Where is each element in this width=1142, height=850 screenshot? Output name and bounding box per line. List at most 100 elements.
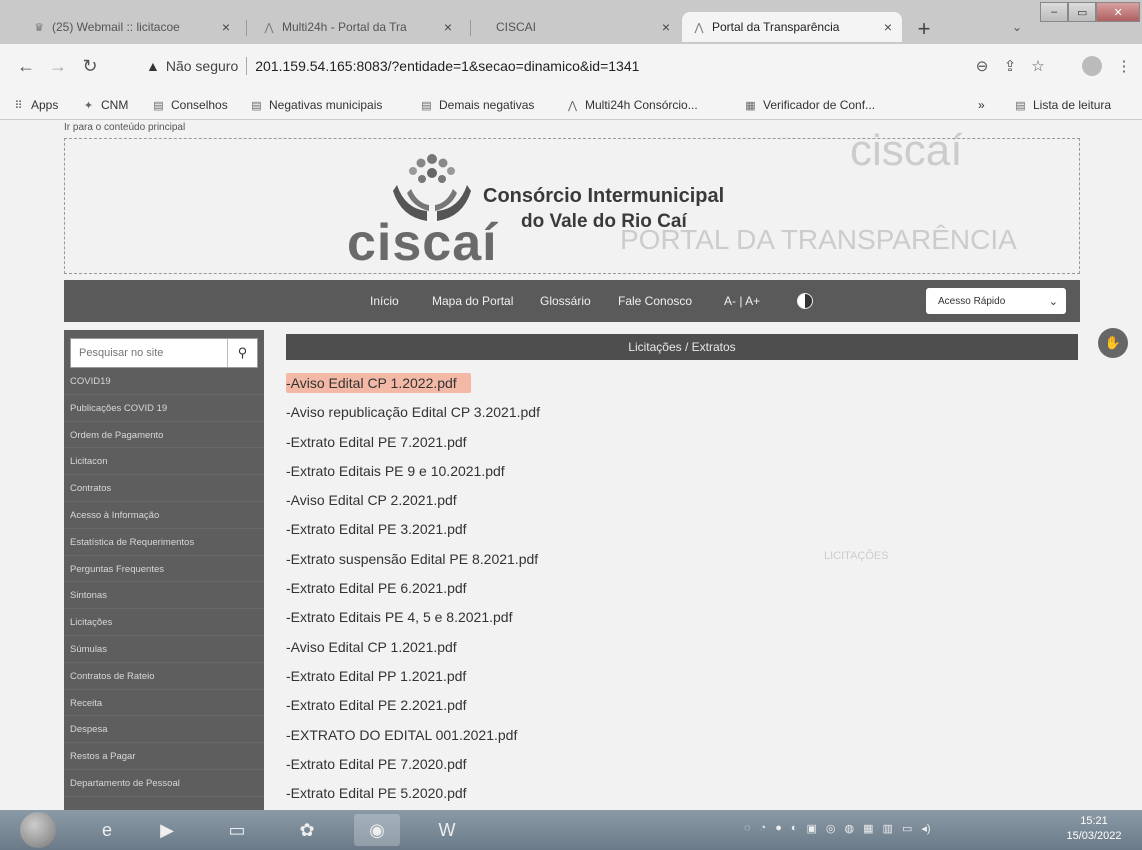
nav-mapa-do-portal[interactable]: Mapa do Portal xyxy=(432,294,513,308)
tray-icon[interactable]: ◎ xyxy=(826,822,836,835)
accessibility-hand-icon[interactable]: ✋ xyxy=(1098,328,1128,358)
start-button[interactable] xyxy=(20,812,56,848)
close-icon[interactable]: × xyxy=(222,19,230,35)
url-text[interactable]: 201.159.54.165:8083/?entidade=1&secao=di… xyxy=(255,58,639,74)
search-icon[interactable]: ⚲ xyxy=(227,339,257,367)
sidebar-item-sumulas[interactable]: Súmulas xyxy=(64,636,264,663)
sidebar-item-restos-pagar[interactable]: Restos a Pagar xyxy=(64,743,264,770)
tab-search-chevron-icon[interactable]: ⌄ xyxy=(1012,20,1022,34)
sidebar-item-departamento-pessoal[interactable]: Departamento de Pessoal xyxy=(64,770,264,797)
bookmark-demais-negativas[interactable]: ▤ Demais negativas xyxy=(420,98,534,112)
contrast-icon[interactable] xyxy=(797,293,813,309)
bookmark-star-icon[interactable]: ☆ xyxy=(1028,56,1048,76)
zoom-icon[interactable]: ⊖ xyxy=(972,56,992,76)
minimize-icon[interactable]: – xyxy=(1040,2,1069,22)
file-link[interactable]: -Aviso republicação Edital CP 3.2021.pdf xyxy=(286,399,806,428)
bookmark-negativas-municipais[interactable]: ▤ Negativas municipais xyxy=(250,98,382,112)
file-link[interactable]: -Extrato Edital PE 5.2020.pdf xyxy=(286,780,806,809)
file-link[interactable]: -Extrato Editais PE 9 e 10.2021.pdf xyxy=(286,458,806,487)
file-link-highlighted[interactable]: -Aviso Edital CP 1.2022.pdf xyxy=(286,373,471,393)
tray-icon[interactable]: ● xyxy=(775,822,782,835)
font-size-toggle[interactable]: A- | A+ xyxy=(724,294,760,308)
file-link[interactable]: -Extrato Editais PE 4, 5 e 8.2021.pdf xyxy=(286,604,806,633)
tray-icon[interactable]: ◌ xyxy=(744,822,751,835)
security-status[interactable]: Não seguro xyxy=(166,58,238,74)
tray-icon[interactable]: ◔ xyxy=(760,822,767,835)
tray-icon[interactable]: ▣ xyxy=(807,822,817,835)
more-menu-icon[interactable]: ⋮ xyxy=(1114,56,1134,76)
back-arrow-icon[interactable]: ← xyxy=(14,54,38,78)
file-link[interactable]: -Extrato suspensão Edital PE 8.2021.pdf xyxy=(286,546,806,575)
file-link[interactable]: -Aviso Edital CP 2.2021.pdf xyxy=(286,487,806,516)
nav-fale-conosco[interactable]: Fale Conosco xyxy=(618,294,692,308)
new-tab-button[interactable]: + xyxy=(912,16,936,42)
file-link[interactable]: -Extrato Edital PE 3.2021.pdf xyxy=(286,516,806,545)
file-link[interactable]: -Extrato Edital PE 7.2021.pdf xyxy=(286,429,806,458)
sidebar-item-covid19[interactable]: COVID19 xyxy=(64,368,264,395)
tray-icon[interactable]: ▥ xyxy=(883,822,893,835)
file-link[interactable]: -Aviso Edital CP 1.2021.pdf xyxy=(286,634,806,663)
profile-avatar[interactable] xyxy=(1082,56,1102,76)
close-icon[interactable]: × xyxy=(444,19,452,35)
sidebar-item-acesso-informacao[interactable]: Acesso à Informação xyxy=(64,502,264,529)
tab-portal-transparencia[interactable]: ⋀ Portal da Transparência × xyxy=(682,12,902,42)
bookmark-multi24h-consorcio[interactable]: ⋀ Multi24h Consórcio... xyxy=(566,98,698,112)
sidebar-item-estatistica[interactable]: Estatística de Requerimentos xyxy=(64,529,264,556)
tab-webmail[interactable]: ♛ (25) Webmail :: licitacoe × xyxy=(22,12,240,42)
bookmark-conselhos[interactable]: ▤ Conselhos xyxy=(152,98,228,112)
maximize-icon[interactable]: ▭ xyxy=(1068,2,1097,22)
file-link[interactable]: -Extrato Edital PE 6.2021.pdf xyxy=(286,575,806,604)
sidebar-item-contratos-rateio[interactable]: Contratos de Rateio xyxy=(64,663,264,690)
app-icon[interactable]: ✿ xyxy=(284,814,330,846)
close-icon[interactable]: × xyxy=(662,19,670,35)
sidebar-item-ordem-pagamento[interactable]: Ordem de Pagamento xyxy=(64,422,264,449)
nav-glossario[interactable]: Glossário xyxy=(540,294,591,308)
file-link[interactable]: -Aviso Edital CP 1.2022.pdf xyxy=(286,370,806,399)
bookmark-verificador[interactable]: ▦ Verificador de Conf... xyxy=(744,98,875,112)
sidebar-item-contratos[interactable]: Contratos xyxy=(64,475,264,502)
tab-multi24h[interactable]: ⋀ Multi24h - Portal da Tra × xyxy=(252,12,462,42)
tab-label: (25) Webmail :: licitacoe xyxy=(52,20,180,34)
internet-explorer-icon[interactable]: e xyxy=(84,814,130,846)
sidebar-item-sintonas[interactable]: Sintonas xyxy=(64,582,264,610)
address-bar[interactable]: ▲ Não seguro 201.159.54.165:8083/?entida… xyxy=(136,52,1006,80)
file-link[interactable]: -EXTRATO DO EDITAL 001.2021.pdf xyxy=(286,722,806,751)
sidebar-item-despesa[interactable]: Despesa xyxy=(64,716,264,744)
file-link[interactable]: -Extrato Edital PE 2.2021.pdf xyxy=(286,692,806,721)
clock[interactable]: 15:21 15/03/2022 xyxy=(1054,814,1134,844)
volume-icon[interactable]: ◂) xyxy=(921,822,930,835)
sidebar-item-licitacon[interactable]: Licitacon xyxy=(64,448,264,476)
bookmark-label: CNM xyxy=(101,98,129,112)
media-player-icon[interactable]: ▶ xyxy=(144,814,190,846)
logo-wordmark[interactable]: ciscaí xyxy=(347,213,498,273)
bookmark-label: Conselhos xyxy=(171,98,228,112)
file-link[interactable]: -Extrato Edital PE 7.2020.pdf xyxy=(286,751,806,780)
network-icon[interactable]: ▭ xyxy=(902,822,912,835)
sidebar-item-licitacoes[interactable]: Licitações xyxy=(64,609,264,636)
sidebar-item-publicacoes-covid[interactable]: Publicações COVID 19 xyxy=(64,395,264,422)
word-icon[interactable]: W xyxy=(424,814,470,846)
tab-ciscai[interactable]: CISCAI × xyxy=(480,12,680,42)
file-explorer-icon[interactable]: ▭ xyxy=(214,814,260,846)
share-icon[interactable]: ⇪ xyxy=(1000,56,1020,76)
sidebar-item-perguntas[interactable]: Perguntas Frequentes xyxy=(64,556,264,583)
reload-icon[interactable]: ↻ xyxy=(78,54,102,78)
window-close-icon[interactable]: ✕ xyxy=(1096,2,1140,22)
forward-arrow-icon[interactable]: → xyxy=(46,54,70,78)
bookmark-apps[interactable]: ⠿ Apps xyxy=(12,98,58,112)
file-link[interactable]: -Extrato Edital PP 1.2021.pdf xyxy=(286,663,806,692)
search-input[interactable] xyxy=(71,347,221,359)
bookmark-cnm[interactable]: ✦ CNM xyxy=(82,98,128,112)
bookmarks-overflow-button[interactable]: » xyxy=(978,98,985,112)
quick-access-select[interactable]: Acesso Rápido ⌄ xyxy=(926,288,1066,314)
nav-inicio[interactable]: Início xyxy=(370,294,399,308)
warning-triangle-icon[interactable]: ▲ xyxy=(146,58,160,74)
tray-icon[interactable]: ◐ xyxy=(791,822,798,835)
close-icon[interactable]: × xyxy=(884,19,892,35)
tray-icon[interactable]: ▦ xyxy=(863,822,873,835)
reading-list-button[interactable]: ▤ Lista de leitura xyxy=(1014,98,1111,112)
chrome-icon[interactable]: ◉ xyxy=(354,814,400,846)
sidebar-item-receita[interactable]: Receita xyxy=(64,690,264,717)
tray-icon[interactable]: ◍ xyxy=(845,822,855,835)
skip-to-content-link[interactable]: Ir para o conteúdo principal xyxy=(64,122,185,133)
